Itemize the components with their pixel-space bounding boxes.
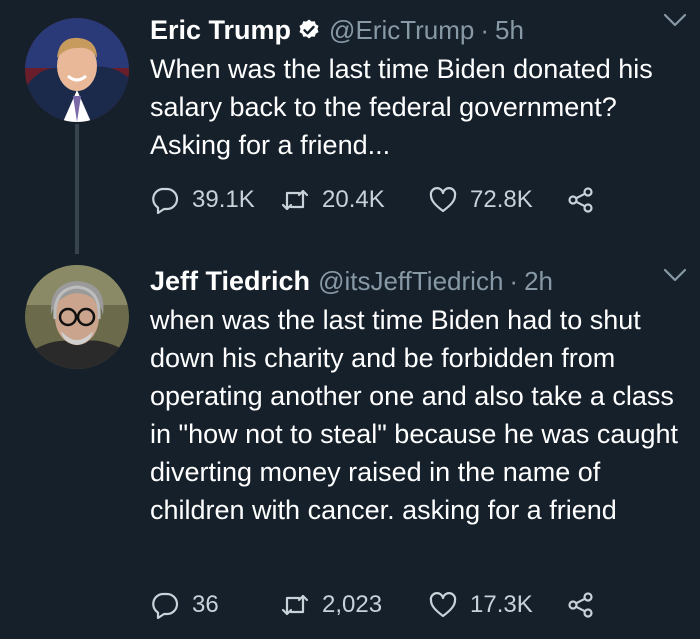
tweet-header: Jeff Tiedrich @itsJeffTiedrich · 2h [150, 263, 680, 299]
user-handle[interactable]: @EricTrump [329, 15, 474, 46]
reply-count: 39.1K [192, 186, 255, 213]
like-count: 72.8K [470, 186, 533, 213]
display-name[interactable]: Eric Trump [150, 15, 291, 46]
share-icon [568, 592, 593, 618]
chevron-down-icon[interactable] [660, 8, 690, 32]
retweet-icon [281, 189, 309, 211]
tweet-actions: 39.1K 20.4K 72.8K [150, 185, 596, 215]
retweet-button[interactable]: 20.4K [280, 185, 428, 215]
reply-count: 36 [192, 591, 219, 618]
separator-dot: · [509, 265, 519, 296]
tweet-actions: 36 2,023 17.3K [150, 590, 596, 620]
heart-icon [429, 187, 457, 213]
tweet-text: When was the last time Biden donated his… [150, 54, 653, 160]
avatar[interactable] [25, 265, 129, 369]
reply-button[interactable]: 36 [150, 590, 280, 620]
like-button[interactable]: 17.3K [428, 590, 566, 620]
avatar-image-eric-trump [25, 18, 129, 122]
verified-badge-icon [299, 19, 319, 39]
timestamp[interactable]: 2h [524, 266, 553, 297]
share-button[interactable] [566, 590, 596, 620]
tweet-jeff-tiedrich[interactable]: Jeff Tiedrich @itsJeffTiedrich · 2h when… [0, 255, 700, 639]
share-button[interactable] [566, 185, 596, 215]
retweet-count: 2,023 [322, 591, 383, 618]
retweet-count: 20.4K [322, 186, 385, 213]
retweet-button[interactable]: 2,023 [280, 590, 428, 620]
user-handle[interactable]: @itsJeffTiedrich [318, 266, 503, 297]
tweet-content: Eric Trump @EricTrump · 5h When was the … [150, 12, 680, 164]
heart-icon [429, 592, 457, 618]
like-button[interactable]: 72.8K [428, 185, 566, 215]
tweet-eric-trump[interactable]: Eric Trump @EricTrump · 5h When was the … [0, 0, 700, 254]
reply-icon [152, 592, 179, 620]
tweet-content: Jeff Tiedrich @itsJeffTiedrich · 2h when… [150, 263, 680, 529]
timestamp[interactable]: 5h [495, 15, 524, 46]
tweet-text: when was the last time Biden had to shut… [150, 305, 679, 525]
display-name[interactable]: Jeff Tiedrich [150, 266, 310, 297]
separator-dot: · [480, 14, 490, 45]
like-count: 17.3K [470, 591, 533, 618]
reply-icon [152, 187, 179, 215]
reply-button[interactable]: 39.1K [150, 185, 280, 215]
avatar-image-jeff-tiedrich [25, 265, 129, 369]
avatar[interactable] [25, 18, 129, 122]
thread-connector-line [75, 124, 79, 254]
retweet-icon [281, 594, 309, 616]
share-icon [568, 187, 593, 213]
chevron-down-icon[interactable] [660, 263, 690, 287]
tweet-header: Eric Trump @EricTrump · 5h [150, 12, 680, 48]
